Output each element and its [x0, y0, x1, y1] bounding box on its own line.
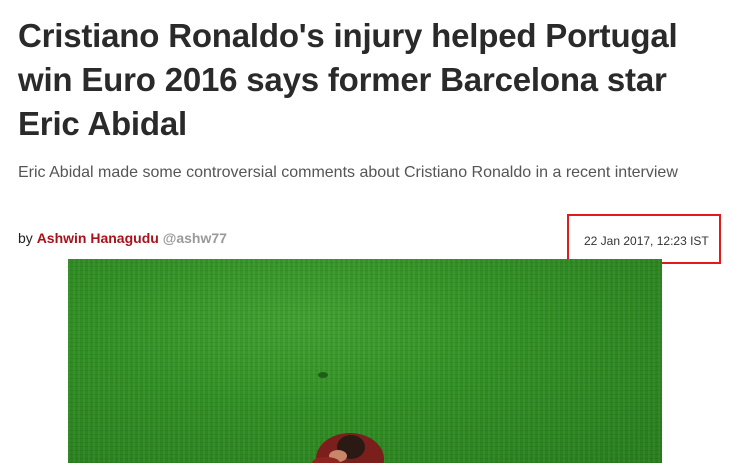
byline-prefix: by [18, 230, 33, 246]
article-headline: Cristiano Ronaldo's injury helped Portug… [18, 17, 678, 142]
article-subheadline: Eric Abidal made some controversial comm… [18, 164, 678, 181]
hero-image [68, 259, 662, 463]
publish-timestamp: 22 Jan 2017, 12:23 IST [584, 234, 709, 248]
pitch-mark [318, 372, 328, 378]
author-link[interactable]: Ashwin Hanagudu [37, 230, 159, 246]
hero-image-graphic [312, 372, 384, 463]
author-twitter-handle[interactable]: @ashw77 [163, 230, 227, 246]
byline: by Ashwin Hanagudu @ashw77 [18, 229, 227, 247]
